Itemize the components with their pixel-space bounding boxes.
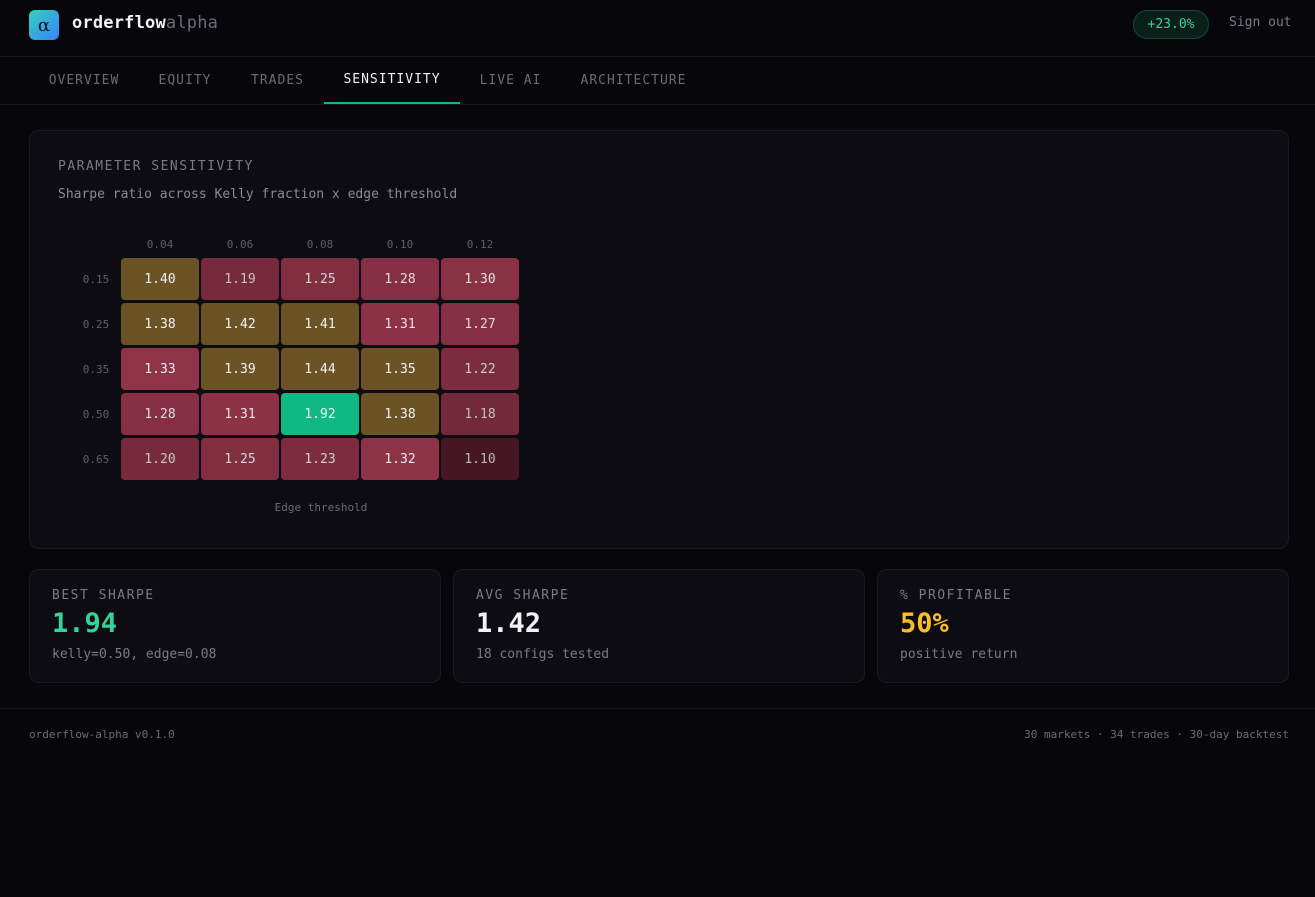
heatmap-cell[interactable]: 1.39 xyxy=(201,348,279,390)
x-tick-label: 0.08 xyxy=(306,238,334,251)
x-tick-label: 0.12 xyxy=(466,238,494,251)
heatmap-cell[interactable]: 1.38 xyxy=(121,303,199,345)
stat-label: BEST SHARPE xyxy=(52,588,155,603)
stat-note: kelly=0.50, edge=0.08 xyxy=(52,647,217,662)
heatmap-cell[interactable]: 1.23 xyxy=(281,438,359,480)
x-tick-label: 0.04 xyxy=(146,238,174,251)
sensitivity-panel: PARAMETER SENSITIVITY Sharpe ratio acros… xyxy=(29,130,1289,549)
sign-out-link[interactable]: Sign out xyxy=(1229,15,1292,30)
tab-equity[interactable]: EQUITY xyxy=(139,57,231,104)
heatmap-cell[interactable]: 1.27 xyxy=(441,303,519,345)
nav-tabs: OVERVIEW EQUITY TRADES SENSITIVITY LIVE … xyxy=(0,57,1315,105)
footer-summary: 30 markets · 34 trades · 30-day backtest xyxy=(1024,728,1289,741)
panel-subtitle: Sharpe ratio across Kelly fraction x edg… xyxy=(58,187,458,202)
stat-label: % PROFITABLE xyxy=(900,588,1012,603)
stat-note: positive return xyxy=(900,647,1018,662)
x-tick-label: 0.06 xyxy=(226,238,254,251)
y-tick-label: 0.65 xyxy=(82,453,110,466)
panel-title: PARAMETER SENSITIVITY xyxy=(58,159,254,174)
tab-live-ai[interactable]: LIVE AI xyxy=(460,57,561,104)
heatmap-cell[interactable]: 1.25 xyxy=(201,438,279,480)
stat-label: AVG SHARPE xyxy=(476,588,570,603)
stat-note: 18 configs tested xyxy=(476,647,610,662)
y-tick-label: 0.35 xyxy=(82,363,110,376)
tab-architecture[interactable]: ARCHITECTURE xyxy=(561,57,706,104)
x-axis-label: Edge threshold xyxy=(274,501,368,514)
heatmap-cell[interactable]: 1.28 xyxy=(121,393,199,435)
heatmap-cell[interactable]: 1.92 xyxy=(281,393,359,435)
heatmap-cell[interactable]: 1.30 xyxy=(441,258,519,300)
heatmap-cell[interactable]: 1.31 xyxy=(201,393,279,435)
footer-version: orderflow-alpha v0.1.0 xyxy=(29,728,175,741)
heatmap-cell[interactable]: 1.22 xyxy=(441,348,519,390)
stat-value: 1.42 xyxy=(476,608,542,639)
tab-overview[interactable]: OVERVIEW xyxy=(29,57,139,104)
stat-card-profitable: % PROFITABLE 50% positive return xyxy=(877,569,1289,683)
heatmap-cell[interactable]: 1.44 xyxy=(281,348,359,390)
heatmap-cell[interactable]: 1.31 xyxy=(361,303,439,345)
tab-sensitivity[interactable]: SENSITIVITY xyxy=(324,57,460,104)
heatmap-cell[interactable]: 1.32 xyxy=(361,438,439,480)
brand-primary: orderflow xyxy=(72,13,166,33)
y-tick-label: 0.25 xyxy=(82,318,110,331)
brand-secondary: alpha xyxy=(165,13,219,33)
heatmap-cell[interactable]: 1.42 xyxy=(201,303,279,345)
heatmap-cell[interactable]: 1.40 xyxy=(121,258,199,300)
heatmap-cell[interactable]: 1.41 xyxy=(281,303,359,345)
y-tick-label: 0.50 xyxy=(82,408,110,421)
pnl-badge: +23.0% xyxy=(1133,10,1209,39)
x-tick-label: 0.10 xyxy=(386,238,414,251)
stat-card-avg-sharpe: AVG SHARPE 1.42 18 configs tested xyxy=(453,569,865,683)
footer-divider xyxy=(0,708,1315,709)
top-header: α orderflowalpha +23.0% Sign out xyxy=(0,0,1315,57)
heatmap-cell[interactable]: 1.18 xyxy=(441,393,519,435)
alpha-logo-icon[interactable]: α xyxy=(29,10,59,40)
heatmap-cell[interactable]: 1.10 xyxy=(441,438,519,480)
heatmap-cell[interactable]: 1.25 xyxy=(281,258,359,300)
tab-trades[interactable]: TRADES xyxy=(231,57,324,104)
stat-value: 50% xyxy=(900,608,949,639)
heatmap-cell[interactable]: 1.20 xyxy=(121,438,199,480)
stat-card-best-sharpe: BEST SHARPE 1.94 kelly=0.50, edge=0.08 xyxy=(29,569,441,683)
heatmap-cell[interactable]: 1.33 xyxy=(121,348,199,390)
brand-name[interactable]: orderflowalpha xyxy=(72,13,218,33)
heatmap-cell[interactable]: 1.28 xyxy=(361,258,439,300)
heatmap-cell[interactable]: 1.19 xyxy=(201,258,279,300)
heatmap-cell[interactable]: 1.35 xyxy=(361,348,439,390)
heatmap-cell[interactable]: 1.38 xyxy=(361,393,439,435)
y-tick-label: 0.15 xyxy=(82,273,110,286)
stat-value: 1.94 xyxy=(52,608,118,639)
